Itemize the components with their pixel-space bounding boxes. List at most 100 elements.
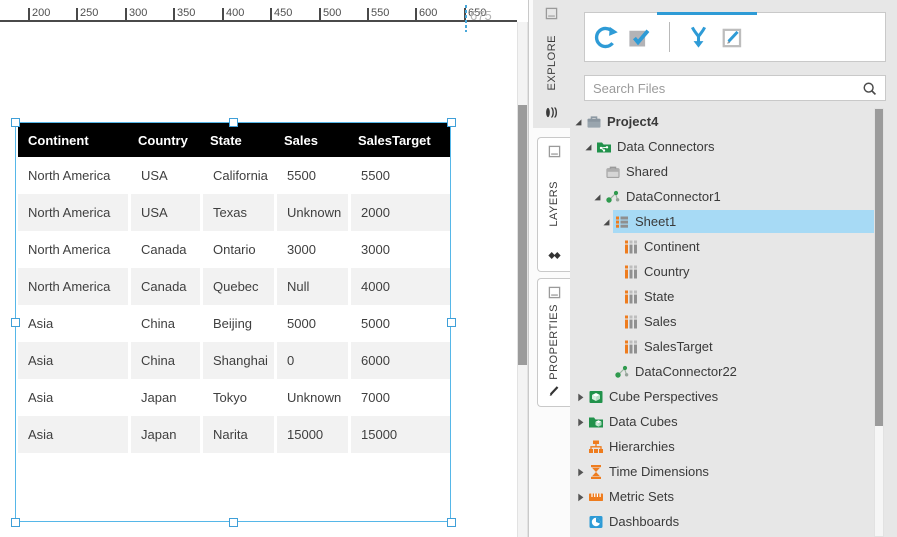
tree-item-label: Hierarchies [609, 439, 675, 454]
ruler-tick [222, 8, 224, 20]
tree-item-label: Sheet1 [635, 214, 676, 229]
expander-icon[interactable] [570, 114, 586, 130]
expander-spacer [589, 164, 605, 180]
tree-item-data-connectors[interactable]: Data Connectors [570, 134, 897, 159]
merge-down-button[interactable] [682, 21, 714, 53]
table-cell: Tokyo [200, 379, 274, 416]
design-canvas[interactable]: 200250300350400450500550600650 675 Conti… [0, 0, 528, 537]
ruler-tick-label: 600 [419, 7, 437, 19]
resize-handle[interactable] [11, 318, 20, 327]
data-table[interactable]: ContinentCountryStateSalesSalesTarget No… [18, 123, 450, 453]
table-cell: Canada [128, 268, 200, 305]
column-icon [623, 289, 639, 305]
tree-item-dataconnector1[interactable]: DataConnector1 [570, 184, 897, 209]
resize-handle[interactable] [11, 118, 20, 127]
cube-perspective-icon [588, 389, 604, 405]
table-cell: China [128, 342, 200, 379]
tree-item-metric-sets[interactable]: Metric Sets [570, 484, 897, 509]
hierarchy-icon [588, 439, 604, 455]
tree-item-sheet1[interactable]: Sheet1 [570, 209, 897, 234]
resize-handle[interactable] [447, 118, 456, 127]
canvas-scrollbar[interactable] [517, 22, 528, 537]
panel-scrollbar[interactable] [874, 108, 884, 537]
resize-handle[interactable] [447, 518, 456, 527]
expander-spacer [598, 364, 614, 380]
tab-properties[interactable]: PROPERTIES [537, 278, 570, 407]
table-cell: 5000 [274, 305, 348, 342]
side-tab-strip: EXPLORE LAYERS PROPERTIES [528, 0, 570, 537]
resize-handle[interactable] [229, 518, 238, 527]
search-icon[interactable] [861, 80, 878, 97]
ruler-tick [28, 8, 30, 20]
ruler-tick-label: 550 [371, 7, 389, 19]
table-row: North AmericaUSACalifornia55005500 [18, 157, 450, 194]
panel-scrollbar-thumb[interactable] [875, 109, 883, 426]
tree-item-label: Shared [626, 164, 668, 179]
tree-item-country[interactable]: Country [570, 259, 897, 284]
ruler-tick [367, 8, 369, 20]
table-row: AsiaChinaShanghai06000 [18, 342, 450, 379]
tree-item-label: Cube Perspectives [609, 389, 718, 404]
tree-item-salestarget[interactable]: SalesTarget [570, 334, 897, 359]
tree-item-cube-perspectives[interactable]: Cube Perspectives [570, 384, 897, 409]
table-cell: 3000 [348, 231, 450, 268]
time-dimension-icon [588, 464, 604, 480]
resize-handle[interactable] [11, 518, 20, 527]
resize-handle[interactable] [229, 118, 238, 127]
expander-spacer [607, 289, 623, 305]
tree-item-state[interactable]: State [570, 284, 897, 309]
ruler-cursor-label: 675 [470, 8, 492, 23]
expander-icon[interactable] [598, 214, 614, 230]
data-connector-icon [614, 364, 630, 380]
table-cell: Asia [18, 342, 128, 379]
refresh-button[interactable] [589, 21, 621, 53]
resize-handle[interactable] [447, 318, 456, 327]
ruler-tick [415, 8, 417, 20]
expander-spacer [607, 239, 623, 255]
table-cell: 2000 [348, 194, 450, 231]
tree-item-label: SalesTarget [644, 339, 713, 354]
expander-icon[interactable] [572, 389, 588, 405]
column-header: SalesTarget [348, 123, 450, 157]
time-dimension-icon [588, 464, 604, 480]
search-input[interactable] [585, 81, 857, 96]
column-header: Continent [18, 123, 128, 157]
edit-note-icon [719, 24, 746, 51]
expander-icon[interactable] [572, 489, 588, 505]
tab-explore[interactable]: EXPLORE [533, 0, 570, 128]
table-cell: Asia [18, 379, 128, 416]
ruler-tick [125, 8, 127, 20]
tree-item-label: DataConnector1 [626, 189, 721, 204]
app-window: 200250300350400450500550600650 675 Conti… [0, 0, 897, 537]
tree-item-sales[interactable]: Sales [570, 309, 897, 334]
hierarchy-icon [588, 439, 604, 455]
expander-icon[interactable] [572, 414, 588, 430]
table-cell: Asia [18, 305, 128, 342]
expanded-expander-icon [582, 141, 594, 153]
tree-item-data-cubes[interactable]: Data Cubes [570, 409, 897, 434]
expander-icon[interactable] [589, 189, 605, 205]
tree-item-dataconnector22[interactable]: DataConnector22 [570, 359, 897, 384]
table-cell: 4000 [348, 268, 450, 305]
tree-item-time-dimensions[interactable]: Time Dimensions [570, 459, 897, 484]
tree-item-label: Project4 [607, 114, 658, 129]
checked-checkbox-button[interactable] [623, 21, 655, 53]
tree-item-hierarchies[interactable]: Hierarchies [570, 434, 897, 459]
table-cell: Narita [200, 416, 274, 453]
expanded-expander-icon [591, 191, 603, 203]
tree-item-dashboards[interactable]: Dashboards [570, 509, 897, 534]
expander-icon[interactable] [580, 139, 596, 155]
tree-item-continent[interactable]: Continent [570, 234, 897, 259]
canvas-scrollbar-thumb[interactable] [518, 105, 527, 365]
shared-folder-icon [605, 164, 621, 180]
table-cell: USA [128, 194, 200, 231]
tree-item-shared[interactable]: Shared [570, 159, 897, 184]
table-cell: 5000 [348, 305, 450, 342]
table-cell: 5500 [348, 157, 450, 194]
tree-item-project4[interactable]: Project4 [570, 109, 897, 134]
column-header: State [200, 123, 274, 157]
expander-icon[interactable] [572, 464, 588, 480]
tab-layers[interactable]: LAYERS [537, 137, 570, 272]
layers-icon [548, 249, 561, 262]
edit-note-button[interactable] [716, 21, 748, 53]
